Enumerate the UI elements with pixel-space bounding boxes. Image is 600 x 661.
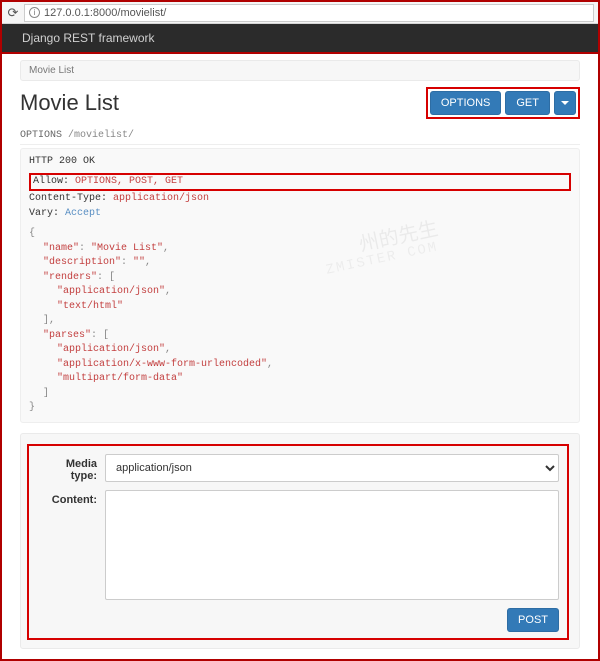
reload-icon[interactable]: ⟳	[6, 6, 20, 20]
options-button[interactable]: OPTIONS	[430, 91, 502, 115]
url-text: 127.0.0.1:8000/movielist/	[44, 7, 166, 19]
action-button-group: OPTIONS GET	[426, 87, 580, 119]
content-textarea[interactable]	[105, 490, 559, 600]
navbar-brand[interactable]: Django REST framework	[22, 31, 155, 45]
address-input[interactable]: i 127.0.0.1:8000/movielist/	[24, 4, 594, 22]
response-panel: HTTP 200 OK Allow: OPTIONS, POST, GET Co…	[20, 148, 580, 423]
header-allow-val: OPTIONS, POST, GET	[75, 176, 183, 187]
media-type-label: Media type:	[37, 454, 105, 482]
header-ctype-val: application/json	[113, 193, 209, 204]
request-path: /movielist/	[68, 130, 134, 141]
highlight-form: Media type: application/json Content: PO…	[27, 444, 569, 640]
header-ctype-key: Content-Type:	[29, 193, 107, 204]
content-label: Content:	[37, 490, 105, 600]
info-icon: i	[29, 7, 40, 18]
breadcrumb: Movie List	[20, 60, 580, 81]
request-method: OPTIONS	[20, 130, 62, 141]
header-allow-key: Allow:	[33, 176, 69, 187]
media-type-select[interactable]: application/json	[105, 454, 559, 482]
browser-address-bar: ⟳ i 127.0.0.1:8000/movielist/	[2, 2, 598, 24]
get-dropdown-button[interactable]	[554, 91, 576, 115]
post-button[interactable]: POST	[507, 608, 559, 632]
form-panel: Media type: application/json Content: PO…	[20, 433, 580, 649]
get-button[interactable]: GET	[505, 91, 550, 115]
navbar: Django REST framework	[2, 24, 598, 52]
header-vary-val: Accept	[65, 208, 101, 219]
response-status: HTTP 200 OK	[29, 155, 571, 170]
request-line: OPTIONS /movielist/	[20, 127, 580, 145]
chevron-down-icon	[561, 101, 569, 105]
highlight-allow-header: Allow: OPTIONS, POST, GET	[29, 173, 571, 192]
header-vary-key: Vary:	[29, 208, 59, 219]
page-title: Movie List	[20, 90, 119, 116]
response-body: { "name": "Movie List", "description": "…	[29, 227, 571, 416]
breadcrumb-item[interactable]: Movie List	[29, 65, 74, 76]
